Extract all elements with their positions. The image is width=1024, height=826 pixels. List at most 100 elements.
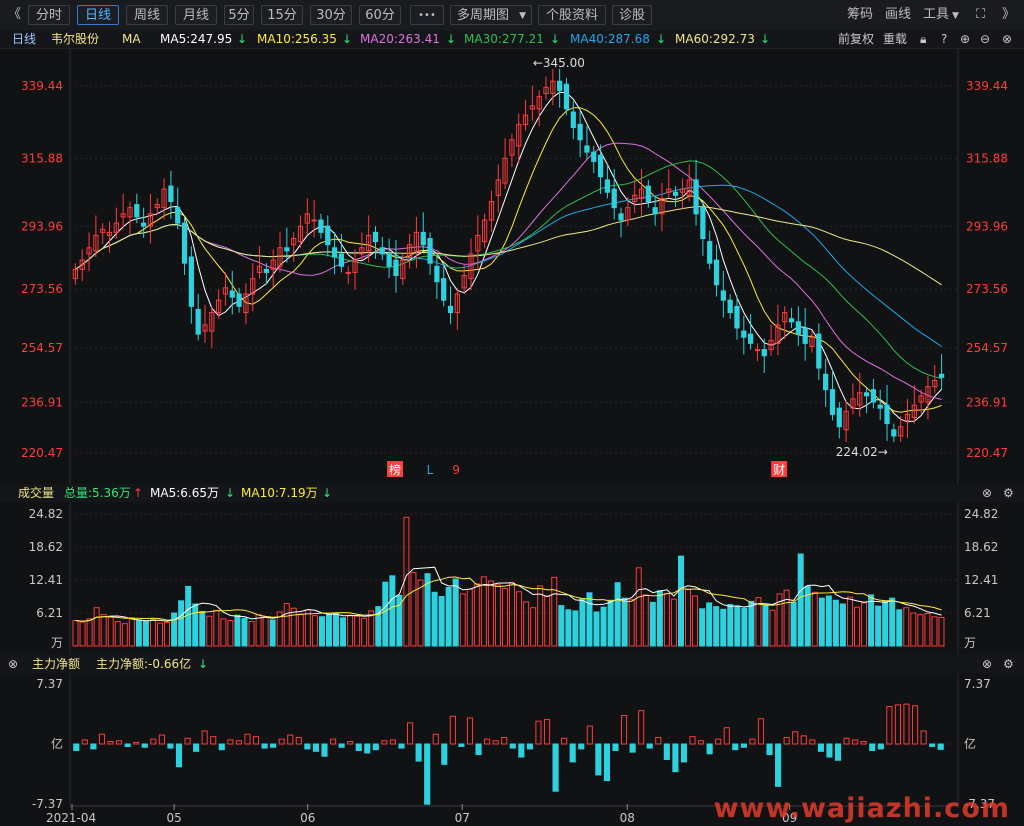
volume-bar (741, 607, 748, 647)
volume-bar (882, 600, 889, 647)
volume-ma10-line (75, 576, 942, 622)
chart-area[interactable]: 339.44 315.88 293.96 273.56 254.57 236.91 220.… (0, 48, 1024, 826)
volume-title[interactable]: 成交量 (18, 484, 54, 502)
price-tick-right: 315.88 (966, 152, 1008, 166)
flow-bar (715, 738, 722, 745)
volume-bar (931, 616, 938, 647)
expand-icon[interactable]: ⛶ (976, 5, 985, 25)
candle-down (734, 305, 740, 329)
candle-down (175, 207, 181, 224)
stock-info-button[interactable]: 个股资料 (538, 5, 606, 25)
down-arrow-icon: ↓ (446, 32, 457, 46)
flow-bar (372, 743, 379, 751)
volume-bar (86, 618, 93, 647)
volume-bar (164, 622, 171, 647)
volume-bar (649, 601, 656, 647)
lock-icon[interactable]: 🔒︎ (920, 30, 926, 48)
price-annotations: ←345.00 224.02→ 榜 L 9 财 (387, 56, 888, 477)
candle-down (618, 213, 624, 221)
flow-tick-left: 7.37 (36, 677, 63, 691)
volume-bar (178, 600, 185, 647)
volume-bar (762, 604, 769, 647)
ma60-line (75, 206, 942, 286)
zoom-in-icon[interactable]: ⊕ (960, 30, 970, 48)
volume-bar (685, 589, 692, 647)
nav-right-icon[interactable]: 》 (1002, 5, 1015, 25)
flow-bar (116, 740, 123, 745)
volume-bar (494, 584, 501, 647)
flow-bar (167, 743, 174, 749)
candle-up (311, 219, 317, 222)
period-tab-15min[interactable]: 15分 (261, 5, 303, 25)
ma-label[interactable]: MA (122, 30, 141, 48)
flow-bar (860, 741, 867, 745)
period-tab-monthly[interactable]: 月线 (175, 5, 217, 25)
diagnose-button[interactable]: 诊股 (612, 5, 652, 25)
stock-name[interactable]: 韦尔股份 (51, 30, 99, 48)
volume-bar (361, 617, 368, 647)
gear-icon[interactable]: ⚙ (1003, 655, 1014, 673)
flow-bar (877, 743, 884, 750)
flow-bar (244, 733, 251, 745)
flow-bar (603, 743, 610, 782)
volume-bar (199, 610, 206, 647)
volume-tick-left: 18.62 (29, 540, 63, 554)
candle-down (331, 247, 338, 258)
volume-bar (227, 619, 234, 647)
candle-down (802, 327, 808, 344)
low-price-label: 224.02→ (836, 445, 888, 459)
high-price-label: ←345.00 (533, 56, 585, 70)
volume-bar (438, 596, 445, 647)
volume-bar (565, 609, 572, 647)
gear-icon[interactable]: ⚙ (1003, 484, 1014, 502)
ma20-line (75, 142, 942, 400)
tools-dropdown[interactable]: 工具 ▼ (923, 5, 959, 25)
zoom-out-icon[interactable]: ⊖ (980, 30, 990, 48)
volume-bar (234, 614, 241, 647)
period-tab-daily[interactable]: 日线 (77, 5, 119, 25)
draw-line-button[interactable]: 画线 (885, 5, 911, 25)
volume-bar (614, 582, 621, 647)
chip-button[interactable]: 筹码 (847, 5, 873, 25)
period-tab-5min[interactable]: 5分 (224, 5, 254, 25)
volume-bar (628, 599, 635, 647)
volume-bar (889, 597, 896, 647)
candle-down (829, 389, 836, 415)
candle-down (379, 247, 385, 255)
period-tab-30min[interactable]: 30分 (310, 5, 352, 25)
volume-bar (107, 616, 114, 647)
flow-bar (911, 705, 919, 745)
volume-bar (459, 593, 466, 647)
candle-down (938, 373, 945, 378)
close-icon[interactable]: ⊗ (8, 655, 18, 673)
event-marker: L (427, 463, 434, 477)
candle-down (891, 429, 897, 437)
nav-left-icon[interactable]: 《 (8, 5, 21, 25)
reload-button[interactable]: 重载 (883, 30, 907, 48)
volume-bar (572, 610, 579, 647)
ma20-value: MA20:263.41 (360, 32, 440, 46)
period-tab-weekly[interactable]: 周线 (126, 5, 168, 25)
close-icon[interactable]: ⊗ (1002, 30, 1012, 48)
volume-bar (121, 623, 128, 647)
flow-bar (723, 727, 730, 745)
candle-down (195, 308, 201, 335)
flow-bar (321, 743, 328, 757)
more-periods-button[interactable]: ••• (410, 5, 444, 25)
candle-down (713, 259, 720, 286)
help-icon[interactable]: ? (941, 30, 947, 48)
close-icon[interactable]: ⊗ (982, 484, 992, 502)
multi-period-dropdown[interactable]: 多周期图 ▼ (450, 5, 532, 25)
flow-title[interactable]: 主力净额 (32, 655, 80, 673)
period-tab-intraday[interactable]: 分时 (28, 5, 70, 25)
volume-bar (748, 600, 755, 647)
close-icon[interactable]: ⊗ (982, 655, 992, 673)
forward-adjust-button[interactable]: 前复权 (838, 30, 874, 48)
volume-bar (354, 615, 361, 647)
period-tab-60min[interactable]: 60分 (359, 5, 401, 25)
candle-down (570, 111, 576, 128)
volume-tick-left: 6.21 (36, 606, 63, 620)
volume-bar (79, 621, 86, 647)
down-arrow-icon: ↓ (198, 657, 209, 671)
volume-bar (220, 618, 227, 647)
